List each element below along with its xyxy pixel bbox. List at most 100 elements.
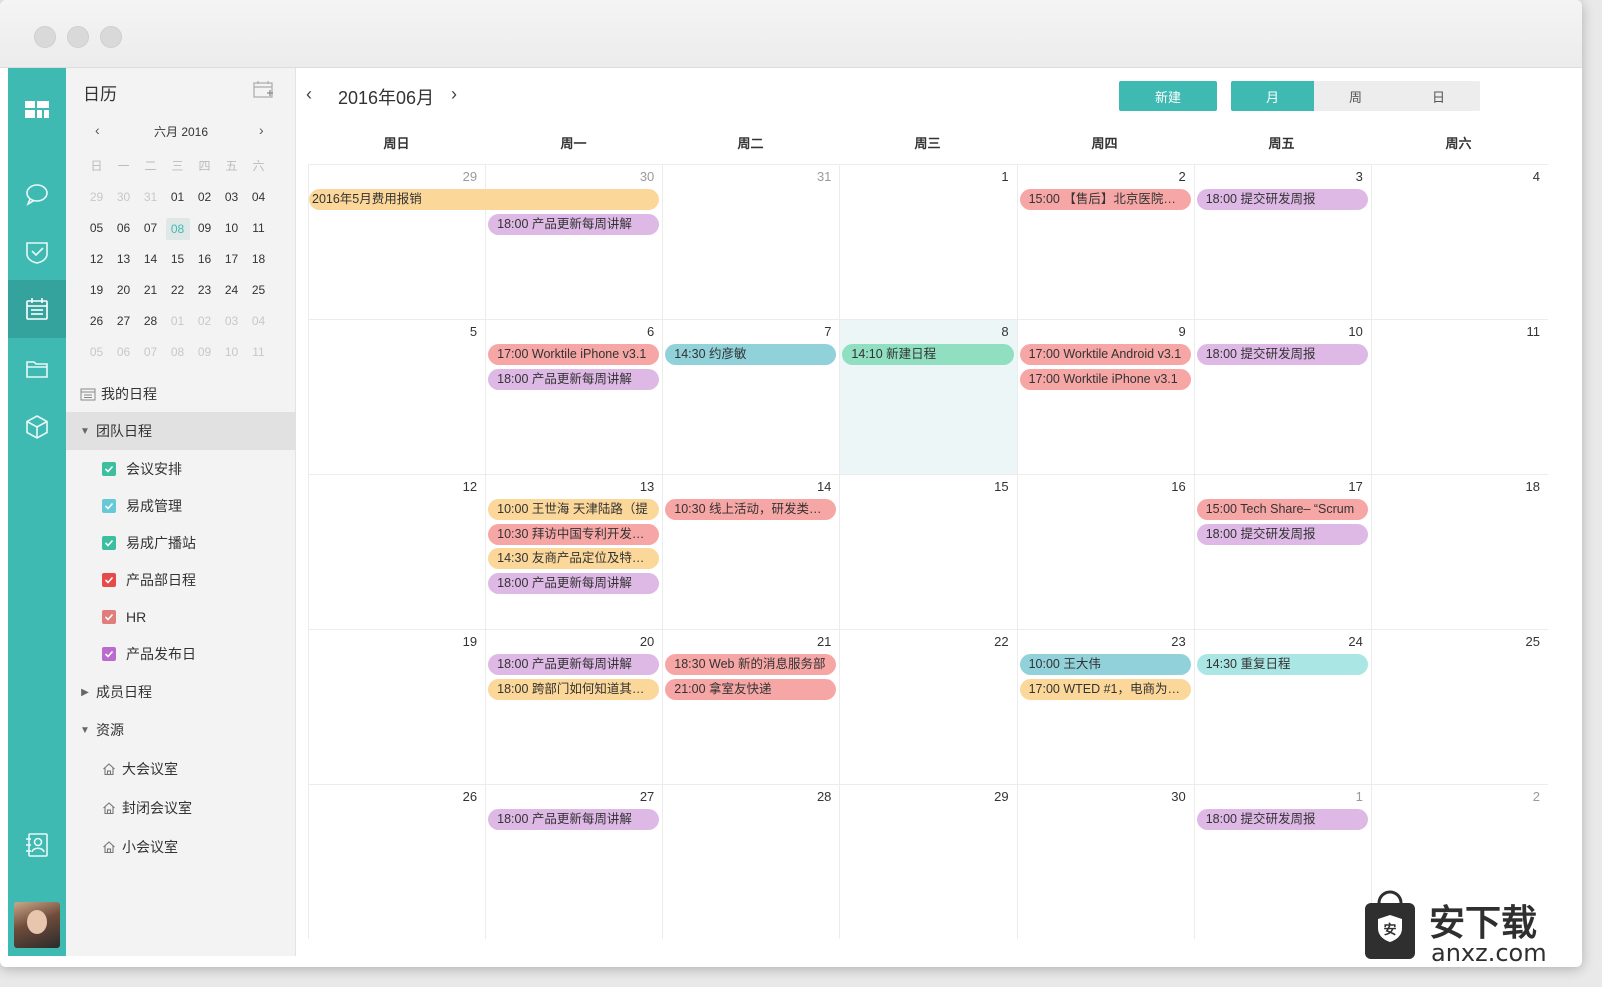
day-cell[interactable]: 26 — [308, 784, 486, 939]
event-chip[interactable]: 15:00 Tech Share– “Scrum — [1196, 499, 1368, 520]
day-cell[interactable]: 30 — [485, 164, 663, 319]
mini-day[interactable]: 11 — [245, 342, 272, 373]
team-calendar-item[interactable]: HR — [66, 598, 296, 636]
day-cell[interactable]: 2 — [1016, 164, 1194, 319]
mini-day[interactable]: 05 — [83, 218, 110, 249]
day-cell[interactable]: 3 — [1193, 164, 1371, 319]
mini-day[interactable]: 12 — [83, 249, 110, 280]
event-chip[interactable]: 18:00 产品更新每周讲解 — [488, 213, 660, 235]
team-calendar-item[interactable]: 易成广播站 — [66, 524, 296, 562]
day-cell[interactable]: 19 — [308, 629, 486, 784]
day-cell[interactable]: 29 — [308, 164, 486, 319]
day-cell[interactable]: 12 — [308, 474, 486, 629]
event-chip[interactable]: 14:10 新建日程 — [842, 344, 1014, 365]
event-chip[interactable]: 14:30 友商产品定位及特性... — [488, 548, 660, 569]
mini-day[interactable]: 04 — [245, 187, 272, 218]
day-cell[interactable]: 17 — [1193, 474, 1371, 629]
mini-day[interactable]: 20 — [110, 280, 137, 311]
close-window-button[interactable] — [34, 26, 56, 48]
checkbox-checked-icon[interactable] — [102, 462, 116, 476]
day-cell[interactable]: 5 — [308, 319, 486, 474]
day-cell[interactable]: 11 — [1370, 319, 1548, 474]
event-chip[interactable]: 18:00 跨部门如何知道其他... — [488, 678, 660, 700]
team-calendar-item[interactable]: 会议安排 — [66, 450, 296, 488]
mini-day[interactable]: 26 — [83, 311, 110, 342]
checkbox-checked-icon[interactable] — [102, 536, 116, 550]
mini-day[interactable]: 04 — [245, 311, 272, 342]
add-calendar-icon[interactable] — [253, 80, 275, 100]
event-chip[interactable]: 18:30 Web 新的消息服务部 — [665, 654, 837, 675]
mini-day[interactable]: 28 — [137, 311, 164, 342]
mini-day[interactable]: 02 — [191, 187, 218, 218]
checkbox-checked-icon[interactable] — [102, 610, 116, 624]
week-view-button[interactable]: 周 — [1314, 81, 1397, 111]
zoom-window-button[interactable] — [100, 26, 122, 48]
event-chip[interactable]: 18:00 产品更新每周讲解 — [488, 654, 660, 675]
mini-day[interactable]: 08 — [164, 342, 191, 373]
mini-next-month-button[interactable]: › — [259, 122, 264, 138]
mini-day[interactable]: 08 — [164, 218, 191, 249]
day-cell[interactable]: 25 — [1370, 629, 1548, 784]
mini-day[interactable]: 29 — [83, 187, 110, 218]
caret-down-icon[interactable]: ▼ — [80, 725, 90, 736]
team-calendar-item[interactable]: 易成管理 — [66, 487, 296, 525]
calendar-icon[interactable] — [8, 280, 66, 338]
mini-day[interactable]: 24 — [218, 280, 245, 311]
mini-day[interactable]: 21 — [137, 280, 164, 311]
mini-day[interactable]: 11 — [245, 218, 272, 249]
room-item[interactable]: 大会议室 — [66, 750, 296, 788]
event-chip[interactable]: 14:30 约彦敏 — [665, 344, 837, 365]
day-cell[interactable]: 24 — [1193, 629, 1371, 784]
event-chip[interactable]: 21:00 拿室友快递 — [665, 678, 837, 700]
event-chip[interactable]: 17:00 WTED #1，电商为什... — [1019, 678, 1191, 700]
event-chip[interactable]: 10:00 王大伟 — [1019, 654, 1191, 675]
room-item[interactable]: 小会议室 — [66, 828, 296, 866]
mini-day[interactable]: 23 — [191, 280, 218, 311]
day-cell[interactable]: 7 — [662, 319, 840, 474]
day-cell[interactable]: 27 — [485, 784, 663, 939]
mini-day[interactable]: 27 — [110, 311, 137, 342]
mini-day[interactable]: 01 — [164, 311, 191, 342]
task-icon[interactable] — [8, 223, 66, 281]
day-cell[interactable]: 23 — [1016, 629, 1194, 784]
app-box-icon[interactable] — [8, 398, 66, 456]
dashboard-icon[interactable] — [8, 80, 66, 138]
mini-day[interactable]: 17 — [218, 249, 245, 280]
day-cell[interactable]: 9 — [1016, 319, 1194, 474]
next-month-button[interactable]: › — [451, 84, 457, 105]
avatar[interactable] — [14, 902, 60, 948]
event-chip[interactable]: 18:00 产品更新每周讲解 — [488, 368, 660, 390]
message-icon[interactable] — [8, 165, 66, 223]
mini-day[interactable]: 10 — [218, 342, 245, 373]
mini-day[interactable]: 06 — [110, 342, 137, 373]
event-chip[interactable]: 18:00 提交研发周报 — [1196, 189, 1368, 210]
minimize-window-button[interactable] — [67, 26, 89, 48]
mini-day[interactable]: 14 — [137, 249, 164, 280]
mini-day[interactable]: 01 — [164, 187, 191, 218]
day-cell[interactable]: 4 — [1370, 164, 1548, 319]
team-calendar-item[interactable]: 产品发布日 — [66, 635, 296, 673]
mini-day[interactable]: 31 — [137, 187, 164, 218]
resources-item[interactable]: ▼ 资源 — [66, 711, 296, 749]
mini-day[interactable]: 16 — [191, 249, 218, 280]
mini-day[interactable]: 03 — [218, 187, 245, 218]
day-cell[interactable]: 1 — [839, 164, 1017, 319]
day-cell[interactable]: 29 — [839, 784, 1017, 939]
mini-day[interactable]: 09 — [191, 218, 218, 249]
mini-day[interactable]: 07 — [137, 218, 164, 249]
contacts-icon[interactable] — [8, 816, 66, 874]
day-cell[interactable]: 20 — [485, 629, 663, 784]
mini-day[interactable]: 09 — [191, 342, 218, 373]
caret-right-icon[interactable]: ▶ — [80, 687, 90, 698]
event-chip[interactable]: 2016年5月费用报销 — [309, 189, 660, 210]
mini-day[interactable]: 02 — [191, 311, 218, 342]
event-chip[interactable]: 18:00 提交研发周报 — [1196, 523, 1368, 545]
event-chip[interactable]: 17:00 Worktile iPhone v3.1 — [488, 344, 660, 365]
mini-day[interactable]: 07 — [137, 342, 164, 373]
mini-day[interactable]: 25 — [245, 280, 272, 311]
event-chip[interactable]: 10:00 王世海 天津陆路（提 — [488, 499, 660, 520]
folder-icon[interactable] — [8, 340, 66, 398]
day-cell[interactable]: 22 — [839, 629, 1017, 784]
day-cell[interactable]: 8 — [839, 319, 1017, 474]
mini-day[interactable]: 13 — [110, 249, 137, 280]
